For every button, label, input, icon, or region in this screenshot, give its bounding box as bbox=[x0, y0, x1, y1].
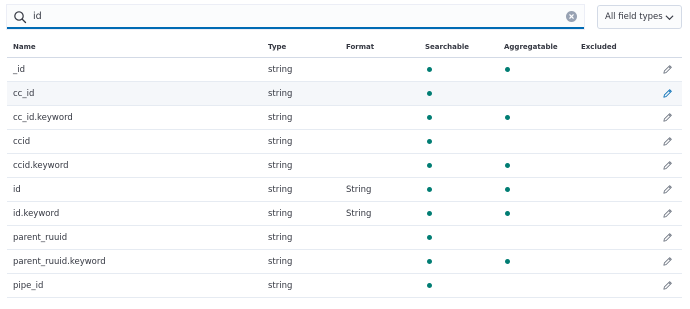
pencil-icon[interactable] bbox=[662, 136, 673, 147]
field-type: string bbox=[268, 65, 293, 75]
field-name: cc_id bbox=[13, 89, 35, 99]
table-row: pipe_id string bbox=[7, 274, 682, 298]
searchable-dot-icon bbox=[427, 91, 432, 96]
field-type: string bbox=[268, 209, 293, 219]
pencil-icon[interactable] bbox=[662, 88, 673, 99]
field-name: _id bbox=[13, 65, 26, 75]
column-header-aggregatable[interactable]: Aggregatable bbox=[504, 43, 558, 51]
field-name: id.keyword bbox=[13, 209, 60, 219]
fields-table: Name Type Format Searchable Aggregatable… bbox=[7, 37, 682, 298]
aggregatable-dot-icon bbox=[505, 211, 510, 216]
field-type: string bbox=[268, 185, 293, 195]
column-header-format[interactable]: Format bbox=[346, 43, 374, 51]
field-format: String bbox=[346, 185, 372, 195]
pencil-icon[interactable] bbox=[662, 232, 673, 243]
field-type-filter[interactable]: All field types bbox=[597, 5, 682, 29]
searchable-dot-icon bbox=[427, 115, 432, 120]
pencil-icon[interactable] bbox=[662, 184, 673, 195]
aggregatable-dot-icon bbox=[505, 163, 510, 168]
table-row: ccid string bbox=[7, 130, 682, 154]
table-header: Name Type Format Searchable Aggregatable… bbox=[7, 37, 682, 58]
field-name: ccid.keyword bbox=[13, 161, 69, 171]
field-type: string bbox=[268, 281, 293, 291]
column-header-type[interactable]: Type bbox=[268, 43, 286, 51]
aggregatable-dot-icon bbox=[505, 67, 510, 72]
pencil-icon[interactable] bbox=[662, 112, 673, 123]
field-type-filter-label: All field types bbox=[605, 12, 663, 22]
field-type: string bbox=[268, 113, 293, 123]
field-name: id bbox=[13, 185, 21, 195]
table-row: id.keyword string String bbox=[7, 202, 682, 226]
pencil-icon[interactable] bbox=[662, 280, 673, 291]
search-icon bbox=[14, 11, 27, 24]
searchable-dot-icon bbox=[427, 67, 432, 72]
field-name: pipe_id bbox=[13, 281, 44, 291]
table-row: cc_id string bbox=[7, 82, 682, 106]
field-type: string bbox=[268, 233, 293, 243]
table-row: _id string bbox=[7, 58, 682, 82]
searchable-dot-icon bbox=[427, 139, 432, 144]
pencil-icon[interactable] bbox=[662, 160, 673, 171]
field-format: String bbox=[346, 209, 372, 219]
search-bar[interactable] bbox=[7, 5, 584, 29]
field-name: ccid bbox=[13, 137, 31, 147]
clear-icon[interactable] bbox=[566, 11, 577, 22]
aggregatable-dot-icon bbox=[505, 187, 510, 192]
field-name: parent_ruuid.keyword bbox=[13, 257, 106, 267]
pencil-icon[interactable] bbox=[662, 208, 673, 219]
table-body: _id string cc_id string cc_id.keyword string c… bbox=[7, 58, 682, 298]
column-header-searchable[interactable]: Searchable bbox=[425, 43, 469, 51]
table-row: ccid.keyword string bbox=[7, 154, 682, 178]
table-row: cc_id.keyword string bbox=[7, 106, 682, 130]
searchable-dot-icon bbox=[427, 235, 432, 240]
searchable-dot-icon bbox=[427, 163, 432, 168]
field-type: string bbox=[268, 89, 293, 99]
searchable-dot-icon bbox=[427, 211, 432, 216]
search-input[interactable] bbox=[33, 5, 553, 27]
field-name: cc_id.keyword bbox=[13, 113, 73, 123]
field-type: string bbox=[268, 137, 293, 147]
pencil-icon[interactable] bbox=[662, 64, 673, 75]
searchable-dot-icon bbox=[427, 259, 432, 264]
field-name: parent_ruuid bbox=[13, 233, 68, 243]
field-type: string bbox=[268, 257, 293, 267]
searchable-dot-icon bbox=[427, 187, 432, 192]
table-row: id string String bbox=[7, 178, 682, 202]
pencil-icon[interactable] bbox=[662, 256, 673, 267]
aggregatable-dot-icon bbox=[505, 259, 510, 264]
field-type: string bbox=[268, 161, 293, 171]
searchable-dot-icon bbox=[427, 283, 432, 288]
table-row: parent_ruuid.keyword string bbox=[7, 250, 682, 274]
chevron-down-icon bbox=[665, 15, 674, 21]
column-header-name[interactable]: Name bbox=[13, 43, 36, 51]
aggregatable-dot-icon bbox=[505, 115, 510, 120]
table-row: parent_ruuid string bbox=[7, 226, 682, 250]
column-header-excluded[interactable]: Excluded bbox=[581, 43, 617, 51]
